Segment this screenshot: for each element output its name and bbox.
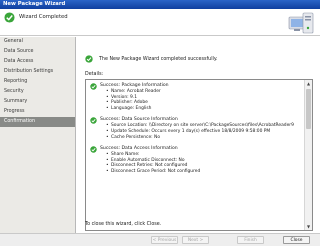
details-section: Success: Data Access Information Share N… <box>89 146 301 174</box>
wizard-steps-sidebar: General Data Source Data Access Distribu… <box>0 37 76 233</box>
check-circle-icon <box>90 83 97 90</box>
scrollbar-thumb[interactable] <box>306 89 311 129</box>
details-panel: Success: Package Information Name: Acrob… <box>85 79 313 231</box>
finish-button[interactable]: Finish <box>237 236 264 244</box>
sidebar-item-distribution-settings[interactable]: Distribution Settings <box>0 67 75 77</box>
sidebar-item-security[interactable]: Security <box>0 87 75 97</box>
details-content: Success: Package Information Name: Acrob… <box>86 80 304 230</box>
window-titlebar: New Package Wizard <box>0 0 320 9</box>
next-button[interactable]: Next > <box>182 236 209 244</box>
wizard-header: Wizard Completed <box>0 9 320 36</box>
sidebar-item-confirmation[interactable]: Confirmation <box>0 117 75 127</box>
page-title: Wizard Completed <box>19 14 68 20</box>
previous-button[interactable]: < Previous <box>151 236 178 244</box>
wizard-computer-icon <box>288 12 314 34</box>
wizard-footer: < Previous Next > Finish Close <box>0 233 320 246</box>
close-instruction: To close this wizard, click Close. <box>85 222 162 227</box>
details-section: Success: Package Information Name: Acrob… <box>89 83 301 111</box>
main-content: The New Package Wizard completed success… <box>77 37 320 233</box>
list-item: Cache Persistence: No <box>106 135 301 141</box>
check-circle-icon <box>90 146 97 153</box>
success-message: The New Package Wizard completed success… <box>99 57 218 62</box>
details-section: Success: Data Source Information Source … <box>89 117 301 140</box>
close-button[interactable]: Close <box>283 236 310 244</box>
details-label: Details: <box>85 72 104 77</box>
list-item: Disconnect Grace Period: Not configured <box>106 169 301 175</box>
section-list: Share Name: Enable Automatic Disconnect:… <box>100 152 301 174</box>
sidebar-item-data-access[interactable]: Data Access <box>0 57 75 67</box>
success-check-icon <box>4 12 15 23</box>
details-scrollbar[interactable]: ▲ ▼ <box>304 80 312 230</box>
scroll-down-icon[interactable]: ▼ <box>305 223 312 230</box>
scroll-up-icon[interactable]: ▲ <box>305 80 312 87</box>
sidebar-item-summary[interactable]: Summary <box>0 97 75 107</box>
sidebar-item-general[interactable]: General <box>0 37 75 47</box>
section-list: Source Location: \\Directory on site ser… <box>100 123 301 140</box>
sidebar-item-reporting[interactable]: Reporting <box>0 77 75 87</box>
check-circle-icon <box>85 55 93 63</box>
list-item: Language: English <box>106 106 301 112</box>
section-list: Name: Acrobat Reader Version: 9.1 Publis… <box>100 89 301 111</box>
check-circle-icon <box>90 117 97 125</box>
sidebar-item-progress[interactable]: Progress <box>0 107 75 117</box>
sidebar-item-data-source[interactable]: Data Source <box>0 47 75 57</box>
